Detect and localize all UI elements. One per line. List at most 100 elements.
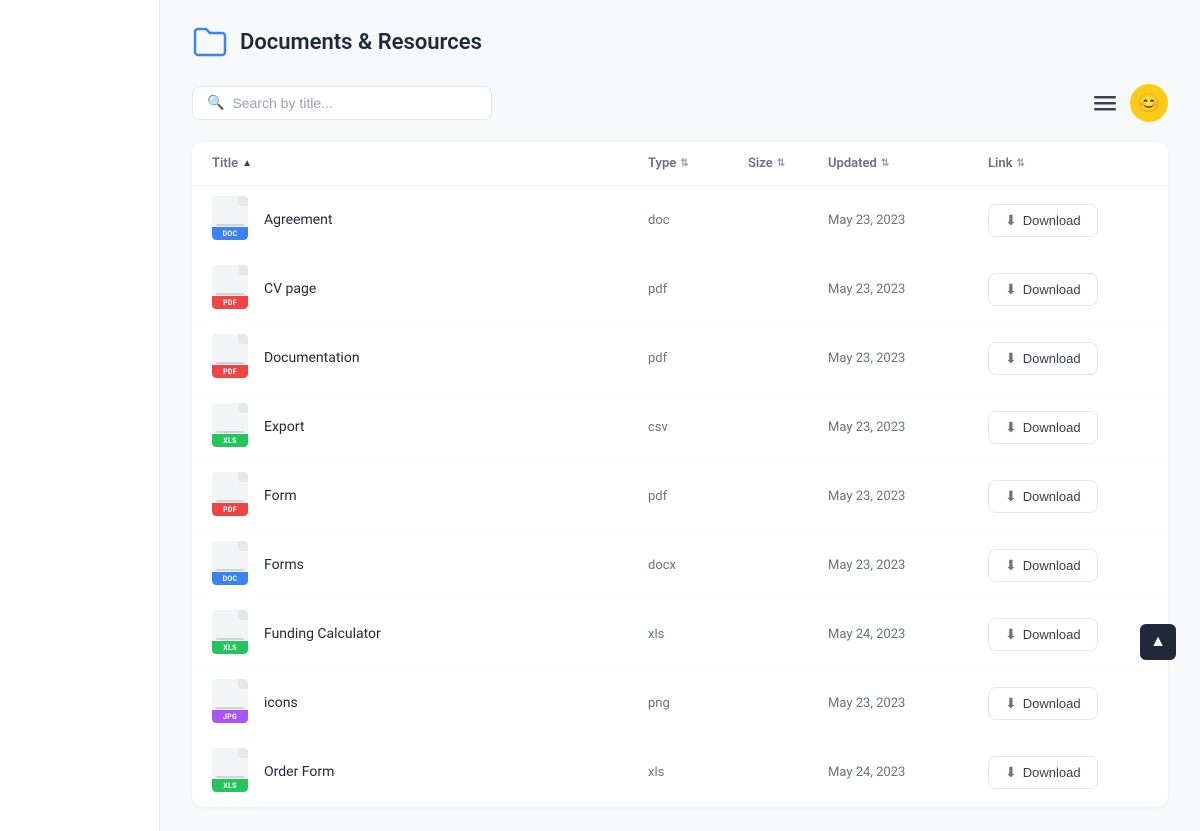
- file-line: [216, 638, 244, 640]
- file-cell: JPG icons: [212, 679, 648, 727]
- documents-table: Title ▲ Type ⇅ Size ⇅ Updated ⇅ Link ⇅: [192, 142, 1168, 807]
- file-icon: PDF: [212, 334, 252, 382]
- file-icon: PDF: [212, 265, 252, 313]
- file-icon: DOC: [212, 541, 252, 589]
- date-cell: May 24, 2023: [828, 765, 988, 780]
- type-cell: docx: [648, 558, 748, 573]
- table-row: DOC Agreement doc May 23, 2023 ⬇ Downloa…: [192, 186, 1168, 255]
- date-cell: May 23, 2023: [828, 351, 988, 366]
- table-row: PDF Form pdf May 23, 2023 ⬇ Download: [192, 462, 1168, 531]
- file-icon-paper: XLS: [212, 610, 248, 654]
- file-icon-paper: DOC: [212, 196, 248, 240]
- file-line: [216, 431, 244, 433]
- avatar-button[interactable]: 😊: [1130, 84, 1168, 122]
- hamburger-icon: [1094, 92, 1116, 114]
- file-badge: XLS: [212, 779, 248, 792]
- date-cell: May 23, 2023: [828, 558, 988, 573]
- type-cell: xls: [648, 627, 748, 642]
- file-icon-paper: JPG: [212, 679, 248, 723]
- search-container: 🔍: [192, 86, 492, 120]
- file-line: [216, 293, 244, 295]
- file-badge: JPG: [212, 710, 248, 723]
- file-icon: XLS: [212, 610, 252, 658]
- download-button[interactable]: ⬇ Download: [988, 618, 1098, 651]
- download-button[interactable]: ⬇ Download: [988, 687, 1098, 720]
- link-cell: ⬇ Download: [988, 549, 1148, 582]
- page-title: Documents & Resources: [240, 30, 482, 55]
- download-button[interactable]: ⬇ Download: [988, 756, 1098, 789]
- link-cell: ⬇ Download: [988, 687, 1148, 720]
- file-name: Export: [264, 419, 304, 435]
- sort-size-icon: ⇅: [777, 158, 785, 169]
- file-icon: XLS: [212, 748, 252, 796]
- download-icon: ⬇: [1005, 488, 1017, 505]
- link-cell: ⬇ Download: [988, 204, 1148, 237]
- toolbar: 🔍 😊: [192, 84, 1168, 122]
- table-row: XLS Order Form xls May 24, 2023 ⬇ Downlo…: [192, 738, 1168, 807]
- date-cell: May 23, 2023: [828, 420, 988, 435]
- file-icon-paper: PDF: [212, 334, 248, 378]
- link-cell: ⬇ Download: [988, 342, 1148, 375]
- file-name: icons: [264, 695, 298, 711]
- file-name: Agreement: [264, 212, 332, 228]
- download-icon: ⬇: [1005, 557, 1017, 574]
- col-size[interactable]: Size ⇅: [748, 156, 828, 171]
- col-type[interactable]: Type ⇅: [648, 156, 748, 171]
- file-line: [216, 569, 244, 571]
- file-line: [216, 362, 244, 364]
- file-badge: XLS: [212, 641, 248, 654]
- col-updated[interactable]: Updated ⇅: [828, 156, 988, 171]
- download-label: Download: [1023, 351, 1081, 366]
- download-button[interactable]: ⬇ Download: [988, 342, 1098, 375]
- file-cell: XLS Export: [212, 403, 648, 451]
- file-cell: XLS Order Form: [212, 748, 648, 796]
- download-icon: ⬇: [1005, 350, 1017, 367]
- file-badge: XLS: [212, 434, 248, 447]
- file-icon-paper: XLS: [212, 748, 248, 792]
- file-badge: DOC: [212, 227, 248, 240]
- download-label: Download: [1023, 696, 1081, 711]
- date-cell: May 23, 2023: [828, 213, 988, 228]
- search-input[interactable]: [232, 95, 477, 111]
- date-cell: May 23, 2023: [828, 489, 988, 504]
- file-line: [216, 500, 244, 502]
- download-icon: ⬇: [1005, 764, 1017, 781]
- search-icon: 🔍: [207, 95, 224, 111]
- type-cell: pdf: [648, 351, 748, 366]
- download-button[interactable]: ⬇ Download: [988, 549, 1098, 582]
- file-icon-paper: XLS: [212, 403, 248, 447]
- sidebar: [0, 0, 160, 831]
- table-row: XLS Funding Calculator xls May 24, 2023 …: [192, 600, 1168, 669]
- type-cell: doc: [648, 213, 748, 228]
- download-label: Download: [1023, 213, 1081, 228]
- file-icon-paper: DOC: [212, 541, 248, 585]
- col-title[interactable]: Title ▲: [212, 156, 648, 171]
- toolbar-actions: 😊: [1088, 84, 1168, 122]
- file-name: Forms: [264, 557, 304, 573]
- download-label: Download: [1023, 627, 1081, 642]
- file-name: Order Form: [264, 764, 334, 780]
- folder-icon: [192, 24, 228, 60]
- download-button[interactable]: ⬇ Download: [988, 204, 1098, 237]
- scroll-to-top-button[interactable]: ▲: [1140, 624, 1176, 660]
- download-button[interactable]: ⬇ Download: [988, 480, 1098, 513]
- download-button[interactable]: ⬇ Download: [988, 273, 1098, 306]
- menu-button[interactable]: [1088, 86, 1122, 120]
- date-cell: May 23, 2023: [828, 282, 988, 297]
- file-line: [216, 776, 244, 778]
- link-cell: ⬇ Download: [988, 756, 1148, 789]
- file-line: [216, 707, 244, 709]
- type-cell: csv: [648, 420, 748, 435]
- file-icon: DOC: [212, 196, 252, 244]
- sort-type-icon: ⇅: [680, 158, 688, 169]
- page-header: Documents & Resources: [192, 24, 1168, 60]
- file-line: [216, 224, 244, 226]
- download-button[interactable]: ⬇ Download: [988, 411, 1098, 444]
- file-name: Documentation: [264, 350, 360, 366]
- date-cell: May 24, 2023: [828, 627, 988, 642]
- type-cell: png: [648, 696, 748, 711]
- download-label: Download: [1023, 420, 1081, 435]
- download-icon: ⬇: [1005, 626, 1017, 643]
- col-link[interactable]: Link ⇅: [988, 156, 1148, 171]
- sort-link-icon: ⇅: [1017, 158, 1025, 169]
